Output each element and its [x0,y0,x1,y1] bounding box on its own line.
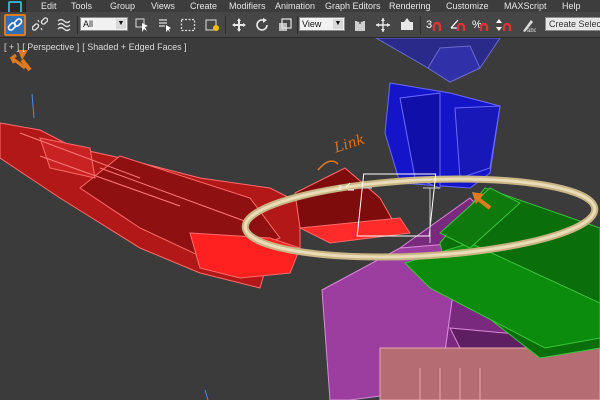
rectangular-selection-button[interactable] [177,14,199,36]
menu-bar: Edit Tools Group Views Create Modifiers … [0,0,600,15]
chevron-down-icon: ▼ [116,19,126,29]
selection-filter-value: All [83,19,94,29]
rectangle-selection-icon [180,18,196,32]
link-annotation-squiggle [317,160,339,171]
bind-to-space-warp-button[interactable] [53,14,75,36]
scale-icon [279,18,292,31]
orange-arrow-toolbar [9,50,32,72]
viewport-menu-plus[interactable]: [ + ] [4,42,19,52]
blue-box[interactable] [384,82,501,189]
pivot-center-icon [355,18,365,31]
axis-tick-mark [31,93,35,119]
select-and-link-button[interactable] [4,14,26,36]
select-and-scale-button[interactable] [274,14,296,36]
perspective-viewport[interactable]: [ + ][ Perspective ][ Shaded + Edged Fac… [0,38,600,400]
percent-snap-icon: % [472,19,489,31]
keyboard-icon [401,18,413,30]
percent-snap-toggle-button[interactable]: % [470,14,492,36]
window-crossing-icon [205,19,219,31]
menu-graph-editors[interactable]: Graph Editors [325,0,381,12]
rotate-icon [256,18,268,31]
menu-tools[interactable]: Tools [71,0,92,12]
angle-snap-toggle-button[interactable] [447,14,469,36]
link-chain-icon [7,18,23,31]
axis-tick-mark [204,389,209,400]
menu-edit[interactable]: Edit [41,0,57,12]
svg-text:abc: abc [527,28,536,33]
edit-named-selection-sets-button[interactable]: abc [517,14,539,36]
menu-customize[interactable]: Customize [446,0,489,12]
keyboard-shortcut-override-button[interactable] [396,14,418,36]
space-warp-icon [57,18,71,32]
select-cursor-icon [135,18,148,32]
app-logo-icon[interactable] [0,0,26,15]
menu-views[interactable]: Views [151,0,175,12]
toolbar-separator [420,16,421,34]
create-selection-set-input[interactable]: Create Selectio [545,17,600,31]
select-object-button[interactable] [131,14,153,36]
select-by-name-button[interactable] [153,14,175,36]
angle-snap-icon [450,19,466,31]
main-toolbar: All ▼ View ▼ 3 % abc Create Sele [0,12,600,38]
top-blue-box[interactable] [374,38,501,83]
toolbar-separator [297,16,298,34]
reference-coordinate-dropdown[interactable]: View ▼ [299,17,345,31]
manipulate-icon [376,18,390,32]
menu-rendering[interactable]: Rendering [389,0,431,12]
snaps-toggle-button[interactable]: 3 [424,14,446,36]
selection-filter-dropdown[interactable]: All ▼ [80,17,128,31]
list-icon [159,19,171,32]
select-and-manipulate-button[interactable] [372,14,394,36]
spinner-snap-icon [496,19,512,31]
menu-group[interactable]: Group [110,0,135,12]
gizmo-axis-label: z [338,183,342,192]
menu-animation[interactable]: Animation [275,0,315,12]
snap-3-icon: 3 [426,19,442,31]
toolbar-separator [225,16,226,34]
unlink-selection-button[interactable] [29,14,51,36]
select-and-move-button[interactable] [228,14,250,36]
chevron-down-icon: ▼ [333,19,343,29]
select-and-rotate-button[interactable] [251,14,273,36]
window-crossing-button[interactable] [201,14,223,36]
viewport-point-of-view-label[interactable]: [ Perspective ] [22,42,79,52]
use-pivot-center-button[interactable] [349,14,371,36]
scene-canvas[interactable]: z [0,38,600,400]
viewport-label: [ + ][ Perspective ][ Shaded + Edged Fac… [4,42,190,52]
menu-create[interactable]: Create [190,0,217,12]
spinner-snap-toggle-button[interactable] [493,14,515,36]
move-arrows-icon [232,18,246,32]
viewport-shading-label[interactable]: [ Shaded + Edged Faces ] [82,42,186,52]
menu-help[interactable]: Help [562,0,581,12]
menu-modifiers[interactable]: Modifiers [229,0,266,12]
reference-coordinate-value: View [302,19,322,29]
menu-maxscript[interactable]: MAXScript [504,0,547,12]
toolbar-separator [77,16,78,34]
named-selection-icon: abc [523,20,536,33]
unlink-icon [32,17,48,31]
svg-text:3: 3 [426,19,432,31]
